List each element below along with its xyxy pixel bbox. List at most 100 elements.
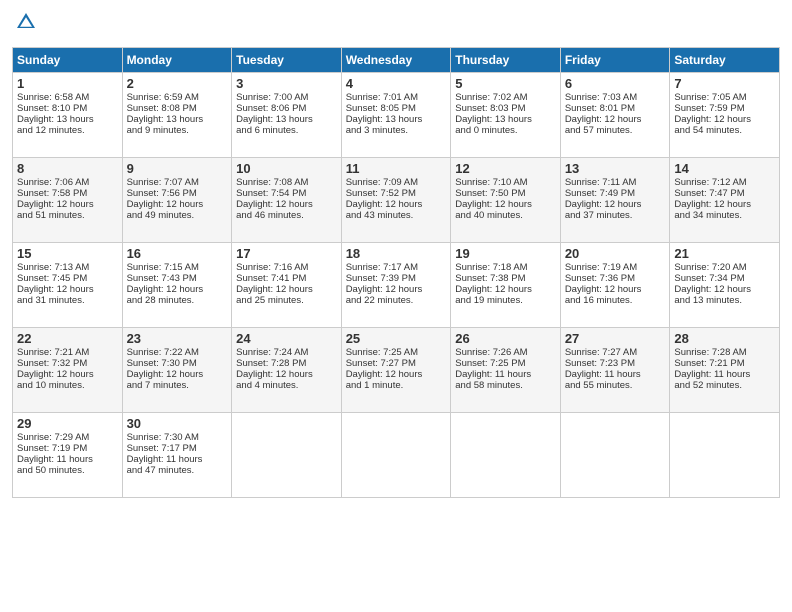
- cell-line: and 4 minutes.: [236, 380, 337, 391]
- day-number: 16: [127, 246, 228, 261]
- cell-line: Sunrise: 7:29 AM: [17, 432, 118, 443]
- cell-line: Sunset: 8:05 PM: [346, 103, 447, 114]
- calendar-week-5: 29Sunrise: 7:29 AMSunset: 7:19 PMDayligh…: [13, 413, 780, 498]
- cell-line: and 50 minutes.: [17, 465, 118, 476]
- cell-line: Sunrise: 7:28 AM: [674, 347, 775, 358]
- cell-line: and 49 minutes.: [127, 210, 228, 221]
- day-header-sunday: Sunday: [13, 48, 123, 73]
- cell-line: and 16 minutes.: [565, 295, 666, 306]
- logo: [12, 10, 38, 39]
- day-number: 11: [346, 161, 447, 176]
- calendar-cell: 14Sunrise: 7:12 AMSunset: 7:47 PMDayligh…: [670, 158, 780, 243]
- cell-line: Daylight: 11 hours: [455, 369, 556, 380]
- cell-line: and 51 minutes.: [17, 210, 118, 221]
- calendar-table: SundayMondayTuesdayWednesdayThursdayFrid…: [12, 47, 780, 498]
- day-number: 24: [236, 331, 337, 346]
- calendar-cell: 11Sunrise: 7:09 AMSunset: 7:52 PMDayligh…: [341, 158, 451, 243]
- day-header-tuesday: Tuesday: [232, 48, 342, 73]
- cell-line: Sunrise: 7:17 AM: [346, 262, 447, 273]
- cell-line: and 47 minutes.: [127, 465, 228, 476]
- cell-line: Sunset: 7:23 PM: [565, 358, 666, 369]
- cell-line: Sunrise: 7:18 AM: [455, 262, 556, 273]
- calendar-week-4: 22Sunrise: 7:21 AMSunset: 7:32 PMDayligh…: [13, 328, 780, 413]
- day-number: 1: [17, 76, 118, 91]
- calendar-week-1: 1Sunrise: 6:58 AMSunset: 8:10 PMDaylight…: [13, 73, 780, 158]
- calendar-cell: 10Sunrise: 7:08 AMSunset: 7:54 PMDayligh…: [232, 158, 342, 243]
- cell-line: Sunset: 7:52 PM: [346, 188, 447, 199]
- cell-line: Daylight: 11 hours: [17, 454, 118, 465]
- cell-line: and 22 minutes.: [346, 295, 447, 306]
- cell-line: Sunset: 7:21 PM: [674, 358, 775, 369]
- day-number: 3: [236, 76, 337, 91]
- cell-line: Daylight: 11 hours: [565, 369, 666, 380]
- calendar-cell: 30Sunrise: 7:30 AMSunset: 7:17 PMDayligh…: [122, 413, 232, 498]
- cell-line: Sunrise: 7:10 AM: [455, 177, 556, 188]
- cell-line: and 46 minutes.: [236, 210, 337, 221]
- day-number: 18: [346, 246, 447, 261]
- cell-line: Daylight: 12 hours: [674, 199, 775, 210]
- cell-line: Sunrise: 7:27 AM: [565, 347, 666, 358]
- cell-line: and 40 minutes.: [455, 210, 556, 221]
- calendar-cell: [670, 413, 780, 498]
- cell-line: Daylight: 12 hours: [17, 199, 118, 210]
- cell-line: Daylight: 12 hours: [127, 199, 228, 210]
- calendar-cell: 4Sunrise: 7:01 AMSunset: 8:05 PMDaylight…: [341, 73, 451, 158]
- cell-line: Daylight: 13 hours: [236, 114, 337, 125]
- cell-line: Daylight: 12 hours: [674, 114, 775, 125]
- cell-line: and 25 minutes.: [236, 295, 337, 306]
- cell-line: Sunrise: 7:03 AM: [565, 92, 666, 103]
- cell-line: Sunrise: 7:06 AM: [17, 177, 118, 188]
- calendar-cell: [560, 413, 670, 498]
- cell-line: and 7 minutes.: [127, 380, 228, 391]
- cell-line: Sunset: 7:34 PM: [674, 273, 775, 284]
- cell-line: Sunrise: 7:24 AM: [236, 347, 337, 358]
- calendar-header-row: SundayMondayTuesdayWednesdayThursdayFrid…: [13, 48, 780, 73]
- day-number: 8: [17, 161, 118, 176]
- cell-line: Sunset: 7:50 PM: [455, 188, 556, 199]
- day-number: 14: [674, 161, 775, 176]
- cell-line: and 34 minutes.: [674, 210, 775, 221]
- cell-line: Sunset: 7:39 PM: [346, 273, 447, 284]
- cell-line: and 58 minutes.: [455, 380, 556, 391]
- cell-line: and 43 minutes.: [346, 210, 447, 221]
- cell-line: Sunset: 7:30 PM: [127, 358, 228, 369]
- cell-line: Daylight: 12 hours: [127, 369, 228, 380]
- calendar-cell: 26Sunrise: 7:26 AMSunset: 7:25 PMDayligh…: [451, 328, 561, 413]
- cell-line: Sunrise: 7:01 AM: [346, 92, 447, 103]
- cell-line: Daylight: 13 hours: [455, 114, 556, 125]
- day-number: 22: [17, 331, 118, 346]
- cell-line: and 52 minutes.: [674, 380, 775, 391]
- cell-line: Daylight: 12 hours: [236, 284, 337, 295]
- cell-line: Sunset: 7:45 PM: [17, 273, 118, 284]
- cell-line: Sunrise: 7:05 AM: [674, 92, 775, 103]
- day-number: 23: [127, 331, 228, 346]
- day-number: 19: [455, 246, 556, 261]
- cell-line: Sunrise: 7:21 AM: [17, 347, 118, 358]
- day-header-wednesday: Wednesday: [341, 48, 451, 73]
- cell-line: Daylight: 12 hours: [455, 284, 556, 295]
- calendar-cell: [232, 413, 342, 498]
- cell-line: Sunrise: 7:30 AM: [127, 432, 228, 443]
- cell-line: Sunrise: 7:00 AM: [236, 92, 337, 103]
- day-number: 17: [236, 246, 337, 261]
- cell-line: Sunset: 7:36 PM: [565, 273, 666, 284]
- cell-line: Daylight: 13 hours: [127, 114, 228, 125]
- cell-line: and 19 minutes.: [455, 295, 556, 306]
- cell-line: and 9 minutes.: [127, 125, 228, 136]
- day-header-thursday: Thursday: [451, 48, 561, 73]
- cell-line: Daylight: 12 hours: [236, 369, 337, 380]
- day-number: 12: [455, 161, 556, 176]
- calendar-cell: 20Sunrise: 7:19 AMSunset: 7:36 PMDayligh…: [560, 243, 670, 328]
- calendar-cell: 13Sunrise: 7:11 AMSunset: 7:49 PMDayligh…: [560, 158, 670, 243]
- cell-line: and 3 minutes.: [346, 125, 447, 136]
- cell-line: Sunrise: 7:20 AM: [674, 262, 775, 273]
- cell-line: and 28 minutes.: [127, 295, 228, 306]
- cell-line: Sunset: 7:54 PM: [236, 188, 337, 199]
- calendar-week-3: 15Sunrise: 7:13 AMSunset: 7:45 PMDayligh…: [13, 243, 780, 328]
- day-number: 15: [17, 246, 118, 261]
- cell-line: and 10 minutes.: [17, 380, 118, 391]
- day-number: 29: [17, 416, 118, 431]
- calendar-cell: 21Sunrise: 7:20 AMSunset: 7:34 PMDayligh…: [670, 243, 780, 328]
- calendar-cell: 15Sunrise: 7:13 AMSunset: 7:45 PMDayligh…: [13, 243, 123, 328]
- calendar-cell: 2Sunrise: 6:59 AMSunset: 8:08 PMDaylight…: [122, 73, 232, 158]
